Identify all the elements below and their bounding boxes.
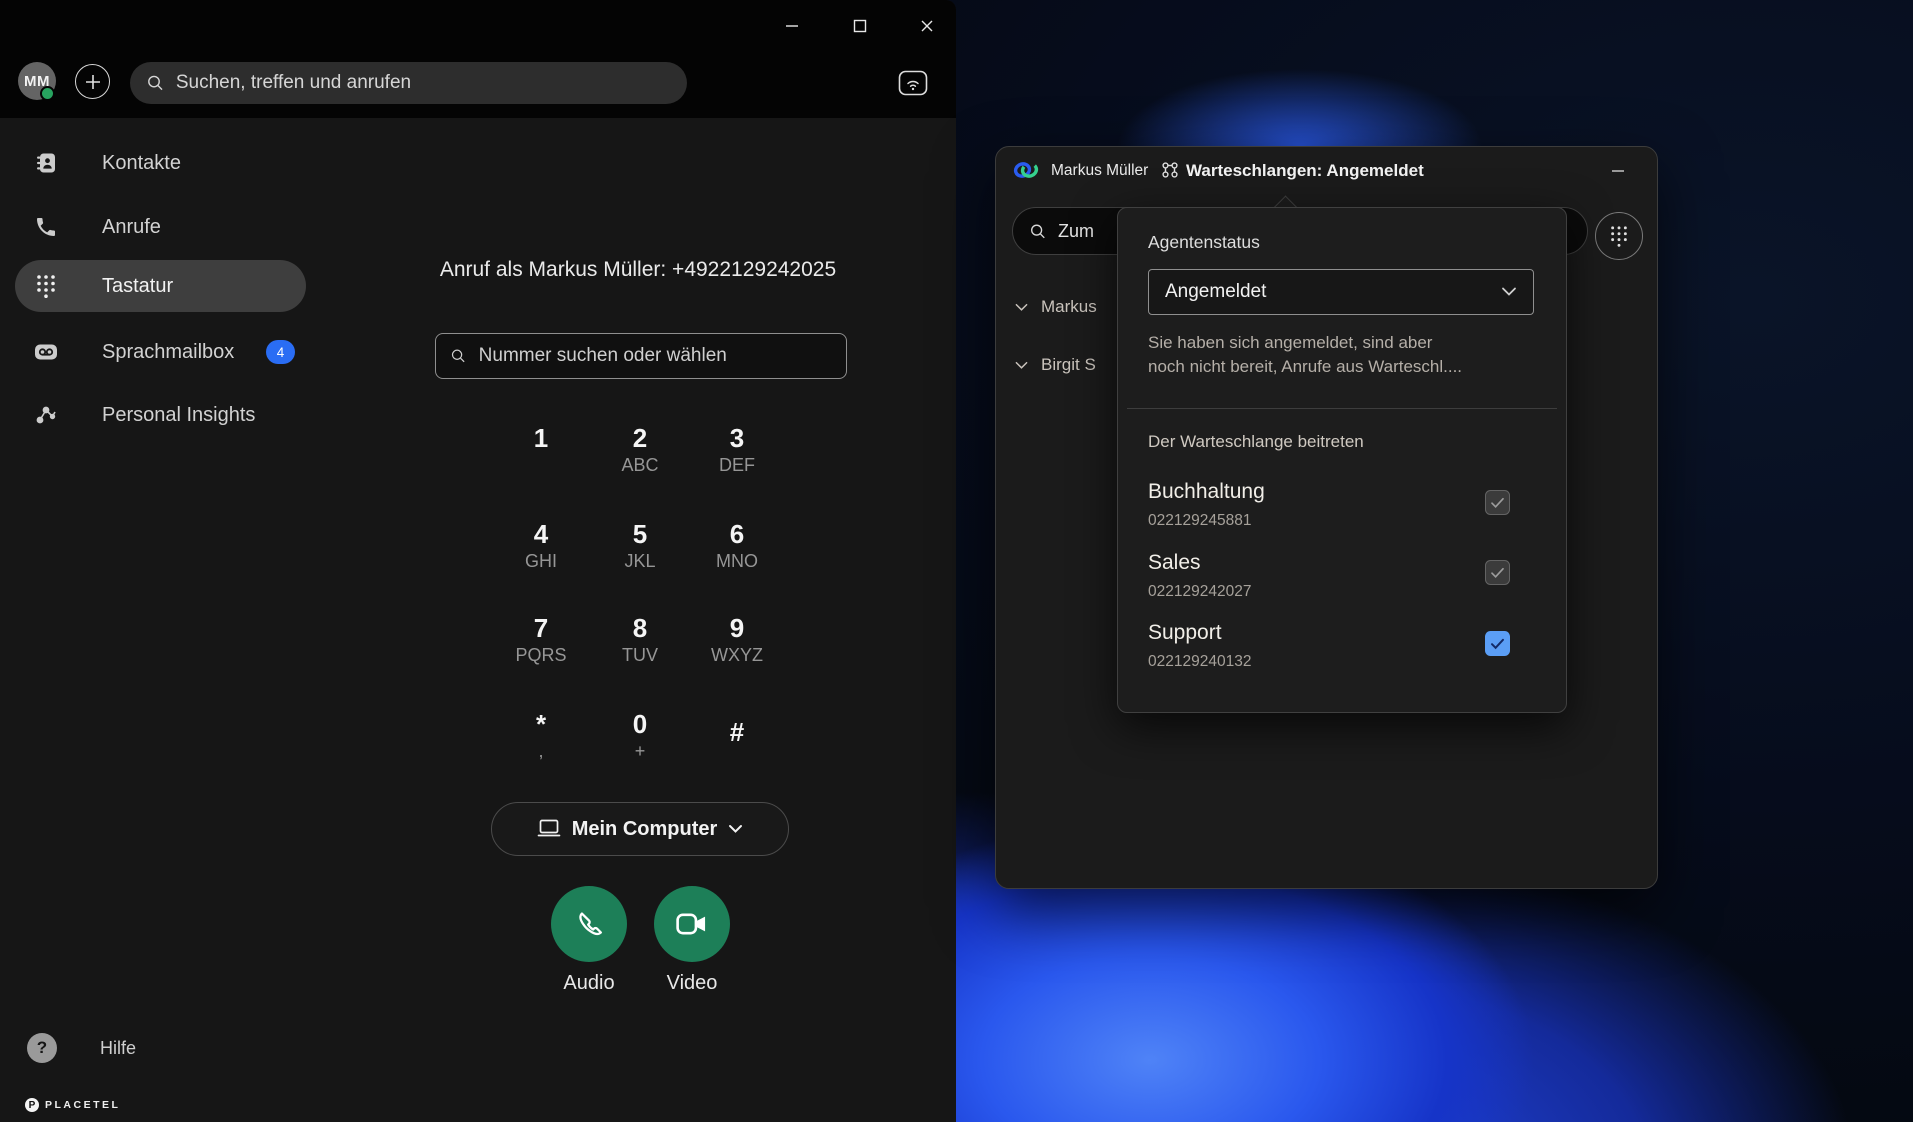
sidebar-item-anrufe[interactable]: Anrufe — [0, 201, 320, 253]
softphone-window: MM — [0, 0, 956, 1122]
dialkey-8[interactable]: 8 TUV — [592, 604, 688, 676]
chevron-down-icon — [1015, 361, 1028, 370]
minimize-icon — [784, 18, 800, 34]
queue-name: Support — [1148, 621, 1222, 645]
queue-window-user: Markus Müller — [1051, 162, 1148, 180]
dialkey-1[interactable]: 1 — [493, 414, 589, 486]
divider — [1127, 408, 1557, 409]
check-icon — [1490, 567, 1505, 579]
close-icon — [919, 18, 935, 34]
dialkey-5[interactable]: 5 JKL — [592, 510, 688, 582]
chevron-down-icon — [1015, 303, 1028, 312]
audio-label: Audio — [529, 972, 649, 995]
insights-icon — [33, 402, 59, 428]
handset-icon — [572, 907, 606, 941]
voicemail-icon — [33, 339, 59, 365]
audio-device-selector[interactable]: Mein Computer — [491, 802, 789, 856]
sidebar-item-label: Tastatur — [102, 275, 173, 298]
connect-device-icon — [898, 70, 928, 96]
placetel-logo-icon: P — [25, 1098, 39, 1112]
agent-status-description: Sie haben sich angemeldet, sind aber noc… — [1148, 331, 1540, 379]
search-icon — [146, 73, 165, 93]
queue-number: 022129240132 — [1148, 653, 1251, 671]
queue-checkbox-support[interactable] — [1485, 631, 1510, 656]
queues-icon — [1160, 160, 1180, 180]
laptop-icon — [537, 818, 561, 840]
number-search-field[interactable] — [435, 333, 847, 379]
dialkey-3[interactable]: 3 DEF — [689, 414, 785, 486]
dialkey-0[interactable]: 0 + — [592, 700, 688, 772]
agent-status-value: Angemeldet — [1165, 281, 1266, 303]
queue-status-title[interactable]: Warteschlangen: Angemeldet — [1186, 161, 1424, 181]
minimize-icon — [1610, 163, 1626, 179]
number-search-input[interactable] — [479, 345, 832, 367]
queue-number: 022129242027 — [1148, 583, 1251, 601]
call-as-line: Anruf als Markus Müller: +4922129242025 — [320, 258, 956, 282]
voicemail-count-badge: 4 — [266, 340, 295, 364]
video-label: Video — [632, 972, 752, 995]
contacts-icon — [33, 150, 59, 176]
agent-status-label: Agentenstatus — [1148, 232, 1260, 253]
close-button[interactable] — [910, 12, 944, 40]
sidebar-item-label: Kontakte — [102, 152, 181, 175]
connect-device-button[interactable] — [898, 68, 938, 98]
check-icon — [1490, 497, 1505, 509]
dialkey-hash[interactable]: # — [689, 708, 785, 780]
queue-number: 022129245881 — [1148, 512, 1251, 530]
audio-call-button[interactable] — [551, 886, 627, 962]
dialkey-6[interactable]: 6 MNO — [689, 510, 785, 582]
maximize-icon — [852, 18, 868, 34]
dialpad-icon — [1609, 224, 1629, 248]
dialkey-7[interactable]: 7 PQRS — [493, 604, 589, 676]
help-icon: ? — [27, 1033, 57, 1063]
join-queue-header: Der Warteschlange beitreten — [1148, 432, 1364, 452]
sidebar-item-sprachmailbox[interactable]: Sprachmailbox 4 — [0, 326, 320, 378]
phone-icon — [33, 214, 59, 240]
sidebar-item-label: Anrufe — [102, 216, 161, 239]
global-search-input[interactable] — [176, 72, 671, 94]
sidebar-item-label: Sprachmailbox — [102, 341, 234, 364]
contact-row-markus[interactable]: Markus — [1015, 290, 1097, 324]
maximize-button[interactable] — [843, 12, 877, 40]
webex-logo-icon — [1012, 158, 1040, 182]
queue-dialpad-button[interactable] — [1595, 212, 1643, 260]
video-camera-icon — [675, 909, 709, 939]
plus-icon — [84, 73, 102, 91]
search-icon — [1029, 222, 1047, 241]
chevron-down-icon — [1501, 287, 1517, 297]
chevron-down-icon — [728, 824, 743, 834]
video-call-button[interactable] — [654, 886, 730, 962]
dialkey-star[interactable]: * , — [493, 700, 589, 772]
queue-minimize-button[interactable] — [1610, 158, 1644, 184]
add-button[interactable] — [75, 64, 110, 99]
queue-name: Buchhaltung — [1148, 480, 1265, 504]
sidebar-item-tastatur[interactable]: Tastatur — [0, 260, 320, 312]
check-icon — [1490, 638, 1505, 650]
dialpad-icon — [33, 273, 59, 299]
device-label: Mein Computer — [572, 818, 718, 841]
dialkey-9[interactable]: 9 WXYZ — [689, 604, 785, 676]
placetel-logo-text: PLACETEL — [45, 1099, 120, 1111]
sidebar-item-kontakte[interactable]: Kontakte — [0, 137, 320, 189]
dialkey-2[interactable]: 2 ABC — [592, 414, 688, 486]
sidebar-item-personal-insights[interactable]: Personal Insights — [0, 389, 320, 441]
queue-checkbox-buchhaltung[interactable] — [1485, 490, 1510, 515]
queue-name: Sales — [1148, 551, 1201, 575]
help-link[interactable]: Hilfe — [100, 1038, 136, 1059]
dialkey-4[interactable]: 4 GHI — [493, 510, 589, 582]
contact-row-birgit[interactable]: Birgit S — [1015, 348, 1096, 382]
global-search[interactable] — [130, 62, 687, 104]
search-icon — [450, 347, 467, 365]
sidebar-item-label: Personal Insights — [102, 404, 255, 427]
placetel-brand: P PLACETEL — [25, 1098, 120, 1112]
queue-checkbox-sales[interactable] — [1485, 560, 1510, 585]
presence-dot — [40, 86, 55, 101]
minimize-button[interactable] — [775, 12, 809, 40]
agent-status-select[interactable]: Angemeldet — [1148, 269, 1534, 315]
